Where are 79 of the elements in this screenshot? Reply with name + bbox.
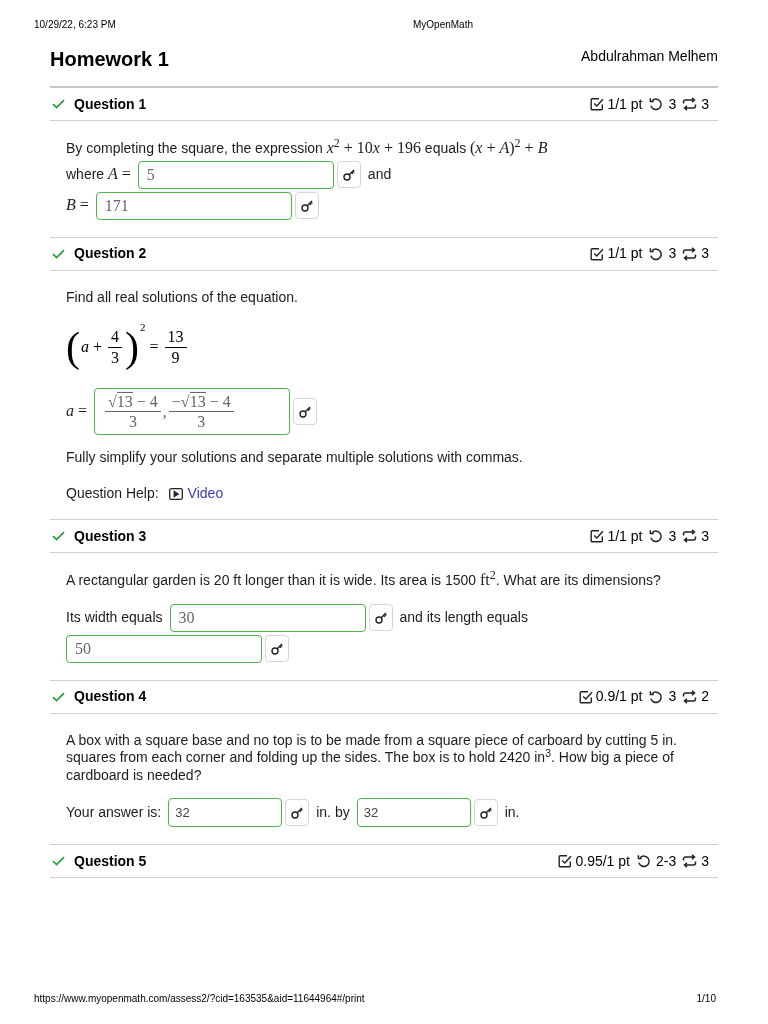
user-name: Abdulrahman Melhem	[581, 46, 718, 66]
show-answer-button[interactable]	[336, 161, 361, 188]
video-link[interactable]: Video	[168, 484, 224, 503]
score-text: 0.95/1 pt	[575, 851, 630, 871]
key-icon	[342, 168, 355, 181]
score-text: 1/1 pt	[607, 526, 643, 546]
question-text: Its width equals	[66, 609, 163, 627]
key-icon	[271, 642, 283, 655]
versions-count: 2	[701, 687, 709, 707]
question-text: in.	[504, 804, 520, 822]
question-text: in. by	[316, 804, 350, 822]
question-text: and its length equals	[399, 609, 528, 627]
question-help-label: Question Help:	[66, 484, 159, 503]
answer-field[interactable]: 171	[95, 191, 292, 220]
question-text: where A =	[66, 165, 131, 184]
repeat-icon	[682, 97, 698, 111]
versions-count: 3	[701, 94, 709, 114]
repeat-icon	[682, 689, 698, 704]
question-text: A box with a square base and no top is to be made from a square piece of carboard by cutting 5 in. squares from each corner and folding up the sides. The box is to hold 2420 in$^{3}$. How big a piece of cardboard is needed?	[66, 731, 678, 785]
show-answer-button[interactable]	[285, 799, 310, 827]
key-icon	[374, 611, 387, 624]
question-title: Question 5	[74, 851, 147, 871]
retry-icon	[649, 689, 664, 704]
retry-icon	[636, 854, 651, 869]
answer-field[interactable]: √13 − 4 3 , −√13 − 4 3	[94, 388, 291, 436]
show-answer-button[interactable]	[293, 398, 318, 426]
question-text: and	[367, 165, 392, 184]
answer-field[interactable]: 32	[356, 798, 471, 828]
question-title: Question 4	[74, 687, 147, 707]
checkbox-icon	[590, 246, 605, 261]
question-text: a =	[66, 402, 88, 421]
repeat-icon	[682, 529, 698, 544]
question-text: By completing the square, the expression x$^{2}$ + 10x + 196 equals (x + A)$^{2}$ + B	[66, 139, 548, 158]
show-answer-button[interactable]	[294, 192, 319, 219]
score-text: 1/1 pt	[607, 244, 643, 263]
page-url: https://www.myopenmath.com/assess2/?cid=163535&aid=11644964#/print	[34, 991, 365, 1006]
repeat-icon	[682, 246, 698, 261]
question-text: Find all real solutions of the equation.	[66, 288, 299, 306]
key-icon	[299, 405, 312, 418]
question-text: B =	[66, 196, 89, 215]
answer-field[interactable]: 30	[169, 603, 366, 632]
show-answer-button[interactable]	[265, 635, 289, 663]
question-title: Question 3	[74, 526, 147, 546]
retry-icon	[649, 246, 664, 261]
question-text: Fully simplify your solutions and separate multiple solutions with commas.	[66, 449, 524, 467]
score-text: 0.9/1 pt	[595, 687, 643, 707]
repeat-icon	[682, 854, 698, 869]
checkbox-icon	[590, 529, 605, 544]
tries-count: 2-3	[655, 851, 677, 871]
video-icon	[168, 487, 183, 500]
show-answer-button[interactable]	[368, 604, 393, 632]
assignment-title: Homework 1	[50, 47, 169, 72]
checkbox-icon	[590, 97, 605, 111]
tries-count: 3	[668, 687, 677, 707]
tries-count: 3	[668, 94, 677, 114]
tries-count: 3	[668, 244, 677, 263]
checkbox-icon	[558, 854, 573, 869]
versions-count: 3	[701, 244, 709, 263]
retry-icon	[649, 529, 664, 544]
page-heading: MyOpenMath	[413, 18, 474, 32]
score-text: 1/1 pt	[607, 94, 643, 114]
tries-count: 3	[668, 526, 677, 546]
print-date: 10/29/22, 6:23 PM	[34, 18, 117, 32]
question-text: Your answer is:	[66, 804, 162, 822]
answer-field[interactable]: 5	[137, 160, 334, 189]
question-text: A rectangular garden is 20 ft longer than it is wide. Its area is 1500 ft$^{2}$. What are its dimensions?	[66, 571, 662, 590]
retry-icon	[649, 97, 664, 111]
question-title: Question 2	[74, 244, 147, 263]
question-title: Question 1	[74, 94, 147, 114]
versions-count: 3	[701, 526, 709, 546]
show-answer-button[interactable]	[473, 799, 498, 827]
answer-field[interactable]: 32	[168, 798, 283, 828]
page-number: 1/10	[696, 991, 716, 1006]
key-icon	[300, 199, 313, 212]
key-icon	[291, 806, 304, 819]
versions-count: 3	[701, 851, 709, 871]
checkbox-icon	[578, 689, 593, 704]
answer-field[interactable]: 50	[66, 634, 262, 663]
key-icon	[479, 806, 492, 819]
